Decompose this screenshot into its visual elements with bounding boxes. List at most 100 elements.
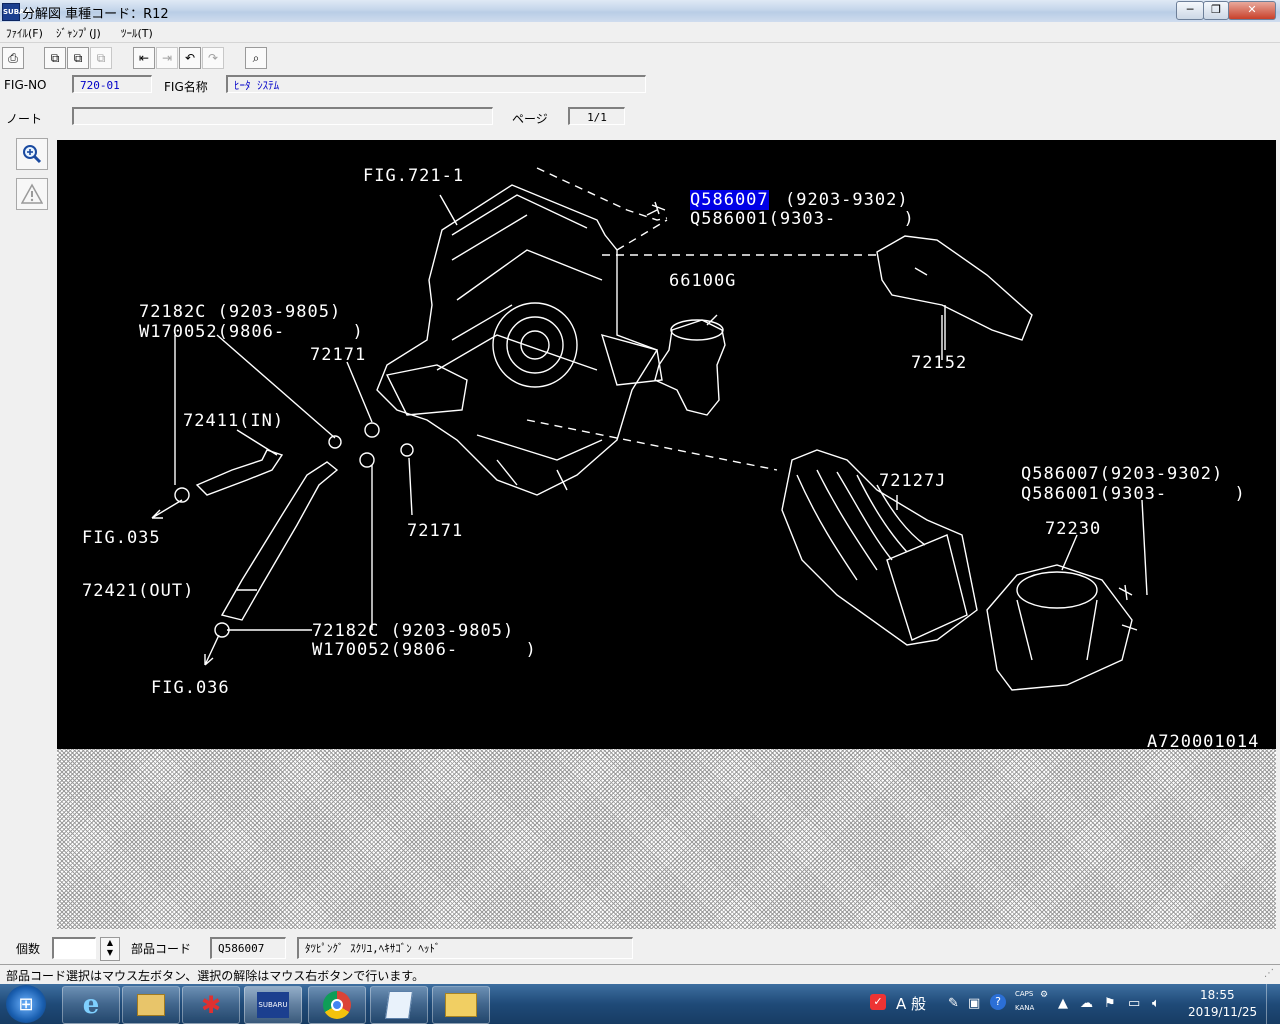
label-w170052-bot[interactable]: W170052(9806- ) — [312, 640, 537, 660]
toolbar: ⎙ ⧉ ⧉ ⧉ ⇤ ⇥ ↶ ↷ ⌕ — [0, 43, 1280, 71]
clamp-72171-mid — [359, 452, 375, 468]
label-q586001-right[interactable]: Q586001(9303- ) — [1021, 484, 1246, 504]
qty-input[interactable] — [52, 937, 96, 959]
label-q586007-range: (9203-9302) — [785, 190, 909, 210]
label-72171-top[interactable]: 72171 — [310, 345, 366, 365]
caps-indicator: CAPS — [1015, 990, 1034, 998]
folder-taskbar-icon[interactable] — [432, 986, 490, 1024]
label-72411[interactable]: 72411(IN) — [183, 411, 284, 431]
label-72152[interactable]: 72152 — [911, 353, 967, 373]
menu-jump[interactable]: ｼﾞｬﾝﾌﾟ(J) — [56, 25, 101, 41]
menu-file[interactable]: ﾌｧｲﾙ(F) — [6, 25, 43, 41]
empty-area — [57, 749, 1276, 929]
label-q586007-right[interactable]: Q586007(9203-9302) — [1021, 464, 1223, 484]
cloud-icon[interactable]: ☁ — [1080, 996, 1093, 1011]
show-desktop-button[interactable] — [1266, 984, 1280, 1024]
antivirus-tray-icon[interactable]: ✓ — [870, 994, 886, 1010]
label-fig036[interactable]: FIG.036 — [151, 678, 230, 698]
label-72171-bot[interactable]: 72171 — [407, 521, 463, 541]
page-label: ページ — [512, 112, 548, 126]
ime-dictionary-icon[interactable]: ✎ — [948, 996, 959, 1011]
tray-expand-icon[interactable]: ▲ — [1058, 996, 1068, 1011]
help-icon[interactable]: ? — [990, 994, 1006, 1010]
label-72127j[interactable]: 72127J — [879, 471, 946, 491]
taskbar: ⊞ e ✱ SUBARU ✓ A 般 ✎ ▣ ? CAPS KANA ⚙ ▲ ☁… — [0, 984, 1280, 1024]
app-icon: SUBARU — [2, 3, 36, 21]
clamp-fig036 — [214, 622, 230, 638]
heater-unit — [376, 184, 659, 496]
diagram-canvas[interactable]: FIG.721-1 Q586007 (9203-9302) Q586001(93… — [57, 140, 1276, 749]
ime-options-icon[interactable]: ⚙ — [1040, 990, 1048, 1000]
screw-q586007 — [646, 201, 666, 216]
page-field: 1/1 — [568, 107, 625, 125]
hose-66100g — [654, 319, 726, 416]
drawing-code: A720001014 — [1147, 732, 1260, 749]
label-72230[interactable]: 72230 — [1045, 519, 1101, 539]
hose-72421 — [220, 461, 339, 621]
prev-fig-icon[interactable]: ⇤ — [133, 47, 155, 69]
kana-indicator: KANA — [1015, 1004, 1035, 1012]
label-w170052-top[interactable]: W170052(9806- ) — [139, 322, 364, 342]
fig-no-field: 720-01 — [72, 75, 152, 93]
copy-icon[interactable]: ⧉ — [44, 47, 66, 69]
subaru-taskbar-icon[interactable]: SUBARU — [244, 986, 302, 1024]
paste-icon[interactable]: ⧉ — [90, 47, 112, 69]
part-code-label: 部品コード — [131, 942, 192, 956]
title-bar[interactable]: SUBARU 分解図 車種コード：R12 ─ ❐ ✕ — [0, 0, 1280, 23]
label-q586001-top[interactable]: Q586001(9303- ) — [690, 209, 915, 229]
zoom-in-button[interactable] — [16, 138, 48, 170]
copy-all-icon[interactable]: ⧉ — [67, 47, 89, 69]
fig-no-label: FIG-NO — [4, 78, 47, 92]
maximize-button[interactable]: ❐ — [1203, 1, 1229, 20]
label-fig035[interactable]: FIG.035 — [82, 528, 161, 548]
search-list-icon[interactable]: ⌕ — [245, 47, 267, 69]
ime-tools-icon[interactable]: ▣ — [968, 996, 980, 1011]
clock-date[interactable]: 2019/11/25 — [1188, 1005, 1257, 1019]
next-fig-icon[interactable]: ⇥ — [156, 47, 178, 69]
label-72182c-top[interactable]: 72182C (9203-9805) — [139, 302, 341, 322]
fig-name-label: FIG名称 — [164, 80, 208, 94]
qty-stepper[interactable]: ▲ ▼ — [100, 937, 120, 961]
ie-taskbar-icon[interactable]: e — [62, 986, 120, 1024]
clamp-fig035 — [174, 487, 190, 503]
clock-time[interactable]: 18:55 — [1200, 988, 1235, 1002]
hose-72411 — [195, 449, 284, 496]
menu-tools[interactable]: ﾂｰﾙ(T) — [121, 25, 153, 41]
status-text: 部品コード選択はマウス左ボタン、選択の解除はマウス右ボタンで行います。 — [6, 969, 425, 983]
note-label: ノート — [6, 112, 43, 126]
app-taskbar-icon[interactable]: ✱ — [182, 986, 240, 1024]
start-button[interactable]: ⊞ — [6, 985, 46, 1023]
forward-icon[interactable]: ↷ — [202, 47, 224, 69]
close-button[interactable]: ✕ — [1228, 1, 1276, 20]
part-description-field: ﾀﾂﾋﾟﾝｸﾞ ｽｸﾘﾕ,ﾍｷｻｺﾞﾝ ﾍｯﾄﾞ — [297, 937, 633, 959]
menu-bar: ﾌｧｲﾙ(F) ｼﾞｬﾝﾌﾟ(J) ﾂｰﾙ(T) — [0, 22, 1280, 43]
status-bar: 部品コード選択はマウス左ボタン、選択の解除はマウス右ボタンで行います。 ⋰ — [0, 964, 1280, 985]
warning-button[interactable] — [16, 178, 48, 210]
label-72182c-bot[interactable]: 72182C (9203-9805) — [312, 621, 514, 641]
ime-indicator[interactable]: A 般 — [896, 993, 926, 1014]
label-66100g[interactable]: 66100G — [669, 271, 736, 291]
clamp-72171-top — [364, 422, 380, 438]
network-icon[interactable]: ▭ — [1128, 996, 1140, 1011]
chrome-taskbar-icon[interactable] — [308, 986, 366, 1024]
fig-name-field: ﾋｰﾀ ｼｽﾃﾑ — [226, 75, 646, 93]
explorer-taskbar-icon[interactable] — [122, 986, 180, 1024]
print-icon[interactable]: ⎙ — [2, 47, 24, 69]
label-fig721[interactable]: FIG.721-1 — [363, 166, 464, 186]
screw-72230 — [1118, 584, 1133, 601]
label-q586007-selected[interactable]: Q586007 — [690, 190, 769, 210]
window-title: 分解図 車種コード：R12 — [22, 7, 169, 22]
note-field — [72, 107, 493, 125]
duct-72230 — [986, 564, 1133, 691]
flag-icon[interactable]: ⚑ — [1104, 996, 1116, 1011]
resize-grip-icon[interactable]: ⋰ — [1264, 968, 1274, 979]
duct-72152 — [876, 235, 1033, 341]
clamp-72171-bot — [400, 443, 414, 457]
back-icon[interactable]: ↶ — [179, 47, 201, 69]
qty-label: 個数 — [16, 942, 41, 956]
label-72421[interactable]: 72421(OUT) — [82, 581, 194, 601]
diagram-drawing — [151, 167, 1148, 691]
minimize-button[interactable]: ─ — [1176, 1, 1204, 20]
notepad-taskbar-icon[interactable] — [370, 986, 428, 1024]
volume-icon[interactable]: 🔈︎ — [1152, 996, 1160, 1011]
